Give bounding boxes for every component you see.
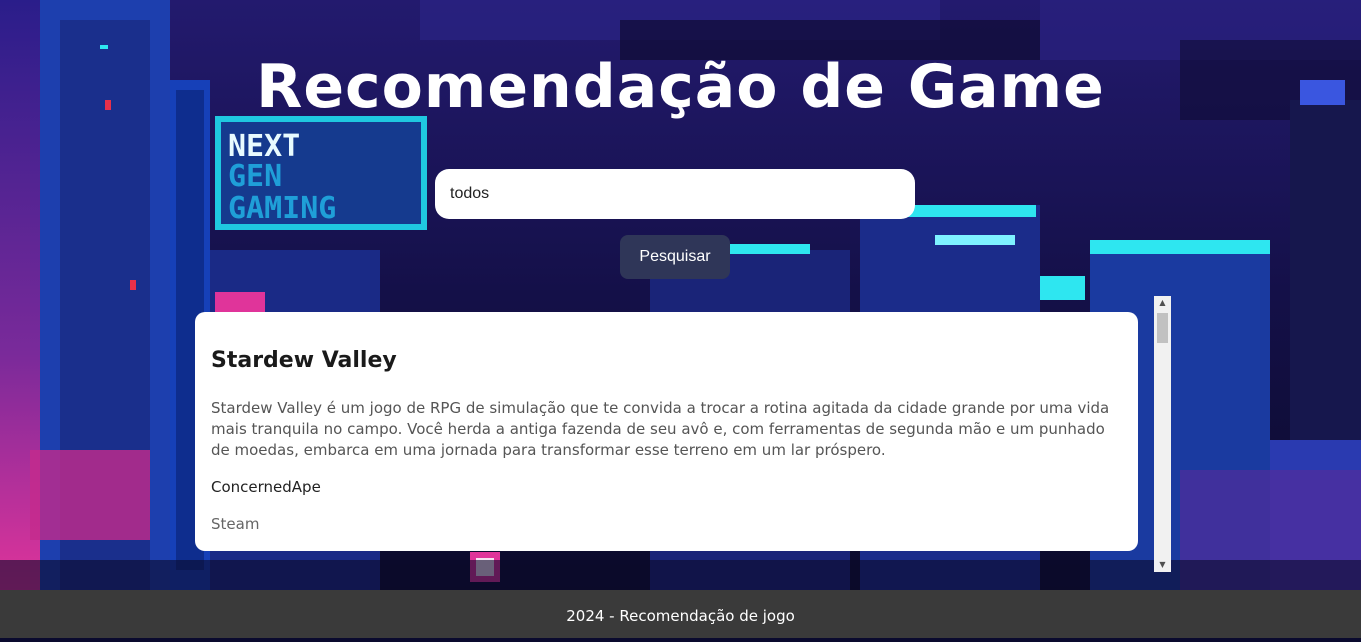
sign-text-gaming: GAMING — [228, 191, 336, 226]
game-platform: Steam — [211, 515, 260, 533]
scroll-down-arrow-icon[interactable]: ▼ — [1154, 558, 1171, 572]
scrollbar-thumb[interactable] — [1157, 313, 1168, 343]
search-input[interactable] — [435, 169, 915, 219]
footer-text: 2024 - Recomendação de jogo — [566, 607, 795, 625]
page-title: Recomendação de Game — [256, 52, 1105, 122]
search-button[interactable]: Pesquisar — [620, 235, 730, 279]
sign-text-gen: GEN — [228, 159, 282, 194]
game-title: Stardew Valley — [211, 348, 397, 373]
scroll-up-arrow-icon[interactable]: ▲ — [1154, 296, 1171, 310]
results-scrollbar[interactable]: ▲ ▼ — [1154, 296, 1171, 572]
results-list[interactable]: Stardew Valley Stardew Valley é um jogo … — [195, 296, 1171, 572]
game-description: Stardew Valley é um jogo de RPG de simul… — [211, 399, 1110, 459]
footer: 2024 - Recomendação de jogo — [0, 590, 1361, 638]
game-card: Stardew Valley Stardew Valley é um jogo … — [195, 312, 1138, 551]
game-developer: ConcernedApe — [211, 478, 321, 496]
